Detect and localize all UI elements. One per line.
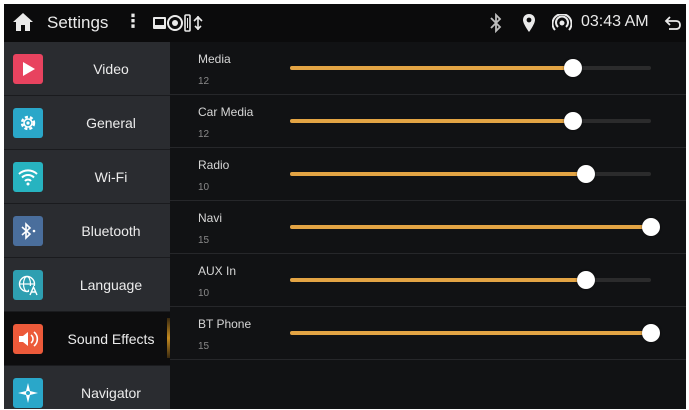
sidebar-item-label: Video bbox=[93, 60, 129, 77]
location-icon bbox=[523, 14, 535, 32]
hotspot-icon bbox=[552, 14, 572, 31]
language-icon bbox=[13, 270, 43, 300]
volume-label: Radio bbox=[198, 158, 230, 172]
gear-icon bbox=[13, 108, 43, 138]
volume-value: 15 bbox=[198, 235, 210, 246]
slider-fill bbox=[290, 119, 574, 123]
page-title: Settings bbox=[47, 13, 109, 32]
bluetooth-icon bbox=[13, 216, 43, 246]
aux-in-volume-slider[interactable] bbox=[290, 271, 651, 289]
sidebar-item-label: Language bbox=[79, 276, 143, 293]
slider-fill bbox=[290, 172, 587, 176]
video-icon bbox=[13, 54, 43, 84]
volume-value: 10 bbox=[198, 182, 210, 193]
car-media-volume-slider[interactable] bbox=[290, 112, 651, 130]
sidebar-item-wifi[interactable]: Wi-Fi bbox=[4, 150, 170, 204]
sidebar-item-general[interactable]: General bbox=[4, 96, 170, 150]
sidebar-item-label: Wi-Fi bbox=[94, 168, 128, 185]
volume-value: 12 bbox=[198, 129, 210, 140]
slider-thumb[interactable] bbox=[642, 324, 660, 342]
volume-row-car-media: Car Media 12 bbox=[170, 95, 686, 148]
volume-label: Media bbox=[198, 52, 231, 66]
slider-fill bbox=[290, 331, 651, 335]
slider-fill bbox=[290, 278, 587, 282]
volume-value: 12 bbox=[198, 76, 210, 87]
volume-row-media: Media 12 bbox=[170, 42, 686, 95]
sidebar-item-navigator[interactable]: Navigator bbox=[4, 366, 170, 409]
radio-volume-slider[interactable] bbox=[290, 165, 651, 183]
settings-sidebar: Video General Wi-Fi Bluetooth Language S… bbox=[4, 42, 170, 409]
wifi-icon bbox=[13, 162, 43, 192]
navi-volume-slider[interactable] bbox=[290, 218, 660, 236]
sidebar-item-bluetooth[interactable]: Bluetooth bbox=[4, 204, 170, 258]
sound-effects-panel: Media 12 Car Media 12 Radio 10 Navi 15 A… bbox=[170, 42, 686, 409]
slider-thumb[interactable] bbox=[642, 218, 660, 236]
sidebar-item-sound-effects[interactable]: Sound Effects bbox=[4, 312, 170, 366]
bluetooth-status-icon bbox=[490, 13, 502, 33]
slider-fill bbox=[290, 225, 651, 229]
volume-row-navi: Navi 15 bbox=[170, 201, 686, 254]
volume-label: BT Phone bbox=[198, 317, 252, 331]
screen: Settings ⋮ 03:43 AM Video General Wi-Fi … bbox=[4, 4, 686, 409]
volume-label: Car Media bbox=[198, 105, 254, 119]
slider-fill bbox=[290, 66, 574, 70]
speaker-icon bbox=[13, 324, 43, 354]
more-menu-icon[interactable]: ⋮ bbox=[124, 11, 142, 31]
volume-value: 10 bbox=[198, 288, 210, 299]
media-volume-slider[interactable] bbox=[290, 59, 651, 77]
back-icon[interactable] bbox=[664, 14, 682, 32]
sidebar-item-label: Bluetooth bbox=[81, 222, 141, 239]
volume-label: Navi bbox=[198, 211, 223, 225]
slider-thumb[interactable] bbox=[577, 165, 596, 183]
volume-value: 15 bbox=[198, 341, 210, 352]
usb-devices-icon bbox=[153, 14, 203, 32]
volume-label: AUX In bbox=[198, 264, 237, 278]
sidebar-item-label: Navigator bbox=[81, 384, 141, 401]
slider-thumb[interactable] bbox=[564, 59, 583, 77]
compass-icon bbox=[13, 378, 43, 408]
sidebar-item-language[interactable]: Language bbox=[4, 258, 170, 312]
volume-row-bt-phone: BT Phone 15 bbox=[170, 307, 686, 360]
clock: 03:43 AM bbox=[581, 13, 649, 30]
slider-thumb[interactable] bbox=[564, 112, 583, 130]
slider-thumb[interactable] bbox=[577, 271, 596, 289]
status-bar: Settings ⋮ 03:43 AM bbox=[4, 4, 686, 42]
volume-row-aux-in: AUX In 10 bbox=[170, 254, 686, 307]
volume-row-radio: Radio 10 bbox=[170, 148, 686, 201]
sidebar-item-label: General bbox=[86, 114, 136, 131]
sidebar-item-label: Sound Effects bbox=[67, 330, 155, 347]
home-icon[interactable] bbox=[12, 12, 34, 32]
bt-phone-volume-slider[interactable] bbox=[290, 324, 660, 342]
sidebar-item-video[interactable]: Video bbox=[4, 42, 170, 96]
